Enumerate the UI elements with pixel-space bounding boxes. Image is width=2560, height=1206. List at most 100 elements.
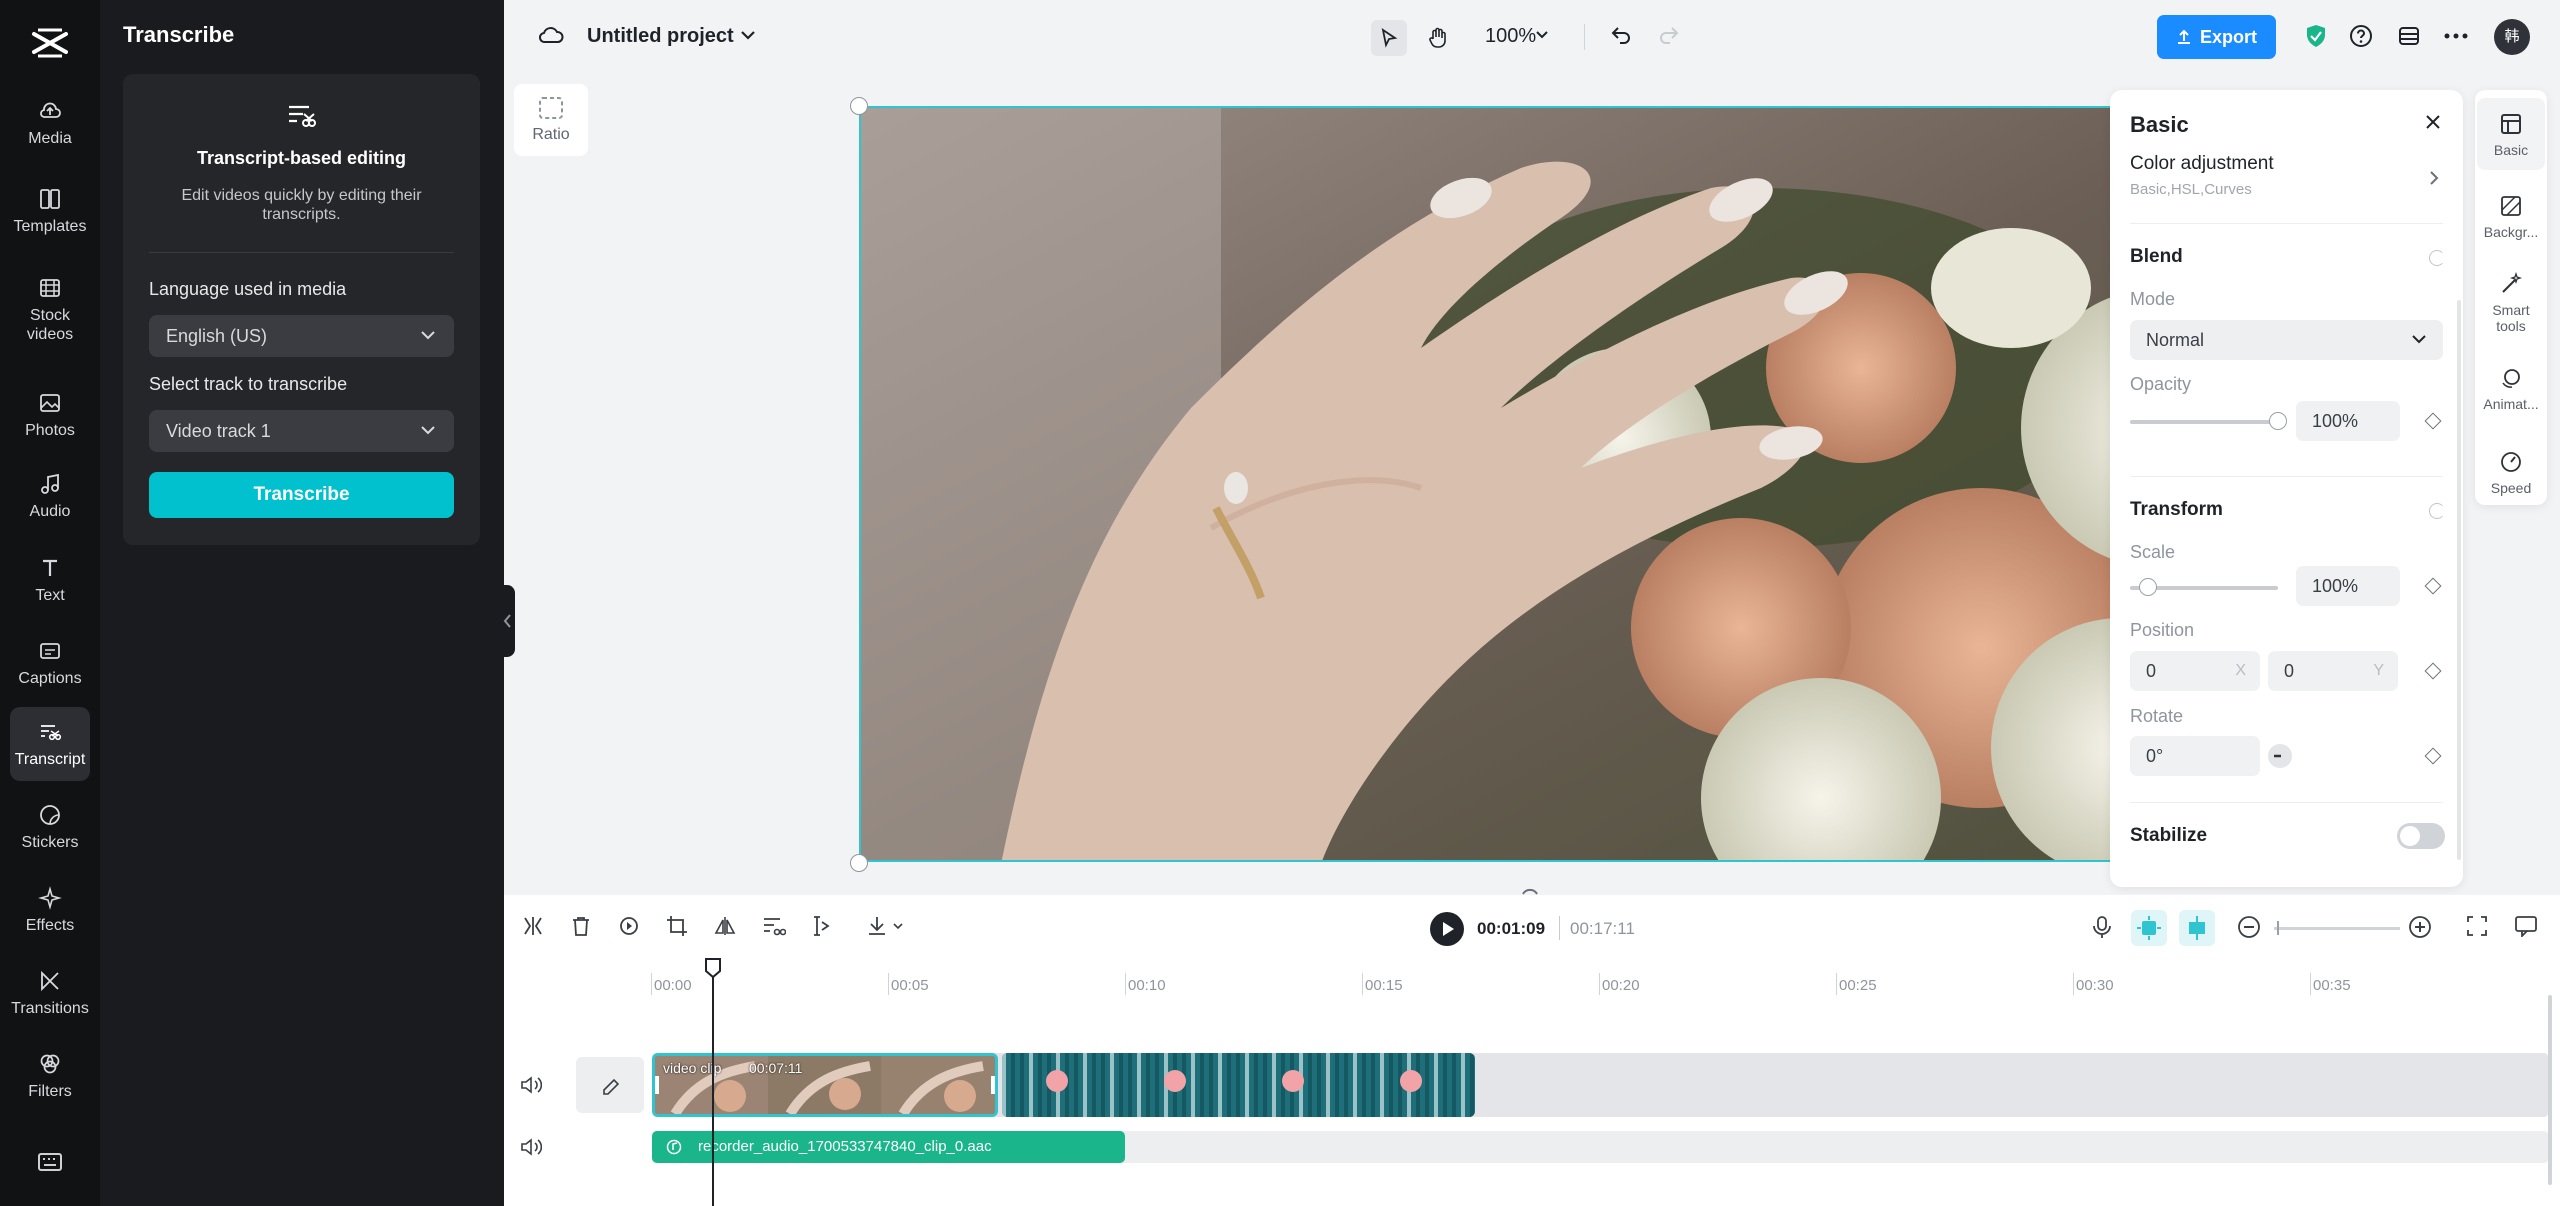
export-button[interactable]: Export (2157, 15, 2276, 59)
track-select[interactable]: Video track 1 (149, 410, 454, 452)
rail-item-transcript[interactable]: Transcript (10, 707, 90, 781)
close-icon[interactable] (2423, 112, 2443, 132)
resize-handle-top-left[interactable] (850, 97, 868, 115)
trim-icon[interactable] (810, 915, 832, 937)
redo-icon[interactable] (1658, 23, 1680, 45)
blend-mode-select[interactable]: Normal (2130, 320, 2443, 360)
chevron-down-icon[interactable] (1535, 30, 1549, 40)
keyframe-diamond-icon[interactable] (2424, 662, 2442, 680)
rail-item-templates[interactable]: Templates (10, 174, 90, 248)
rail-item-transitions[interactable]: Transitions (10, 956, 90, 1030)
rail-item-media[interactable]: Media (10, 86, 90, 160)
language-value: English (US) (166, 326, 268, 346)
video-clip-selected[interactable]: video clip 00:07:11 (652, 1053, 998, 1117)
rotate-dial[interactable] (2268, 744, 2292, 768)
position-x-input[interactable]: 0 X (2130, 651, 2260, 691)
help-icon[interactable] (2349, 24, 2373, 48)
position-y-input[interactable]: 0 Y (2268, 651, 2398, 691)
link-track-icon[interactable] (2179, 910, 2215, 946)
zoom-out-icon[interactable] (2237, 915, 2261, 939)
opacity-slider[interactable] (2130, 420, 2278, 424)
playhead[interactable] (705, 958, 721, 1206)
position-label: Position (2130, 620, 2195, 640)
select-pointer-icon[interactable] (1371, 20, 1407, 56)
project-title[interactable]: Untitled project (587, 25, 734, 48)
video-preview[interactable] (859, 106, 2259, 862)
rail-item-audio[interactable]: Audio (10, 459, 90, 533)
tab-basic[interactable]: Basic (2477, 98, 2545, 170)
divider (2130, 802, 2443, 803)
transcript-edit-icon[interactable] (762, 915, 786, 937)
shield-check-icon[interactable] (2304, 23, 2328, 49)
capcut-logo[interactable] (30, 26, 70, 60)
fit-screen-icon[interactable] (2466, 915, 2488, 937)
comment-icon[interactable] (2514, 915, 2538, 937)
tab-speed[interactable]: Speed (2477, 436, 2545, 506)
edit-track-button[interactable] (576, 1057, 644, 1113)
crop-icon[interactable] (666, 915, 688, 937)
rail-item-text[interactable]: Text (10, 543, 90, 617)
volume-icon[interactable] (520, 1076, 542, 1094)
ratio-button[interactable]: Ratio (514, 84, 588, 156)
rail-item-photos[interactable]: Photos (10, 378, 90, 452)
stabilize-label: Stabilize (2130, 825, 2208, 846)
position-x-value: 0 (2146, 661, 2157, 681)
rail-item-effects[interactable]: Effects (10, 873, 90, 947)
language-select[interactable]: English (US) (149, 315, 454, 357)
rail-item-filters[interactable]: Filters (10, 1039, 90, 1113)
rail-item-stock-videos[interactable]: Stock videos (10, 273, 90, 347)
keyboard-icon[interactable] (38, 1152, 62, 1172)
video-clip[interactable] (1002, 1053, 1475, 1117)
resize-handle-bottom-left[interactable] (850, 854, 868, 872)
download-icon[interactable] (866, 915, 904, 937)
keyframe-diamond-icon[interactable] (2424, 747, 2442, 765)
chevron-down-icon[interactable] (740, 29, 756, 41)
split-icon[interactable] (522, 915, 544, 937)
timeline-scrollbar[interactable] (2548, 995, 2552, 1185)
keyframe-diamond-icon[interactable] (2424, 577, 2442, 595)
layers-icon[interactable] (2397, 24, 2421, 48)
play-button[interactable] (1430, 912, 1464, 946)
stabilize-toggle[interactable] (2397, 823, 2445, 849)
zoom-in-icon[interactable] (2408, 915, 2432, 939)
flip-icon[interactable] (714, 915, 736, 937)
zoom-level[interactable]: 100% (1485, 25, 1536, 48)
scale-slider-knob[interactable] (2138, 578, 2157, 596)
hand-pan-icon[interactable] (1421, 21, 1455, 55)
keyframe-diamond-icon[interactable] (2424, 412, 2442, 430)
chevron-right-icon[interactable] (2429, 170, 2439, 186)
timeline-zoom-slider[interactable] (2274, 927, 2400, 930)
rail-item-stickers[interactable]: Stickers (10, 790, 90, 864)
tab-smart-tools[interactable]: Smart tools (2477, 258, 2545, 346)
transcribe-button[interactable]: Transcribe (149, 472, 454, 518)
color-adjustment-row[interactable]: Color adjustment (2130, 153, 2274, 175)
cloud-save-icon[interactable] (538, 24, 564, 46)
scrollbar[interactable] (2457, 300, 2461, 860)
audio-clip[interactable]: recorder_audio_1700533747840_clip_0.aac (652, 1131, 1125, 1163)
divider (149, 252, 454, 253)
rotate-handle-icon[interactable] (1520, 882, 1540, 896)
undo-icon[interactable] (1610, 23, 1632, 45)
timeline-zoom-knob[interactable] (2277, 921, 2279, 935)
scale-input[interactable]: 100% (2296, 566, 2400, 606)
clip-trim-handle-right[interactable] (991, 1076, 995, 1094)
collapse-panel-handle[interactable] (500, 585, 515, 657)
tab-backgr[interactable]: Backgr... (2477, 180, 2545, 250)
chevron-down-icon (2411, 334, 2427, 346)
tab-animat[interactable]: Animat... (2477, 352, 2545, 428)
delete-icon[interactable] (570, 915, 592, 937)
auto-snap-icon[interactable] (2131, 910, 2167, 946)
avatar[interactable]: 韩 (2494, 19, 2530, 55)
rotate-input[interactable]: 0° (2130, 736, 2260, 776)
loop-icon[interactable] (618, 915, 640, 937)
reset-icon[interactable] (2429, 250, 2445, 266)
more-options-icon[interactable] (2444, 33, 2468, 39)
rail-item-captions[interactable]: Captions (10, 626, 90, 700)
opacity-slider-knob[interactable] (2269, 412, 2287, 430)
transition-icon (38, 969, 62, 993)
opacity-input[interactable]: 100% (2296, 401, 2400, 441)
clip-trim-handle-left[interactable] (655, 1076, 659, 1094)
microphone-icon[interactable] (2092, 915, 2112, 939)
reset-icon[interactable] (2429, 503, 2445, 519)
volume-icon[interactable] (520, 1138, 542, 1156)
